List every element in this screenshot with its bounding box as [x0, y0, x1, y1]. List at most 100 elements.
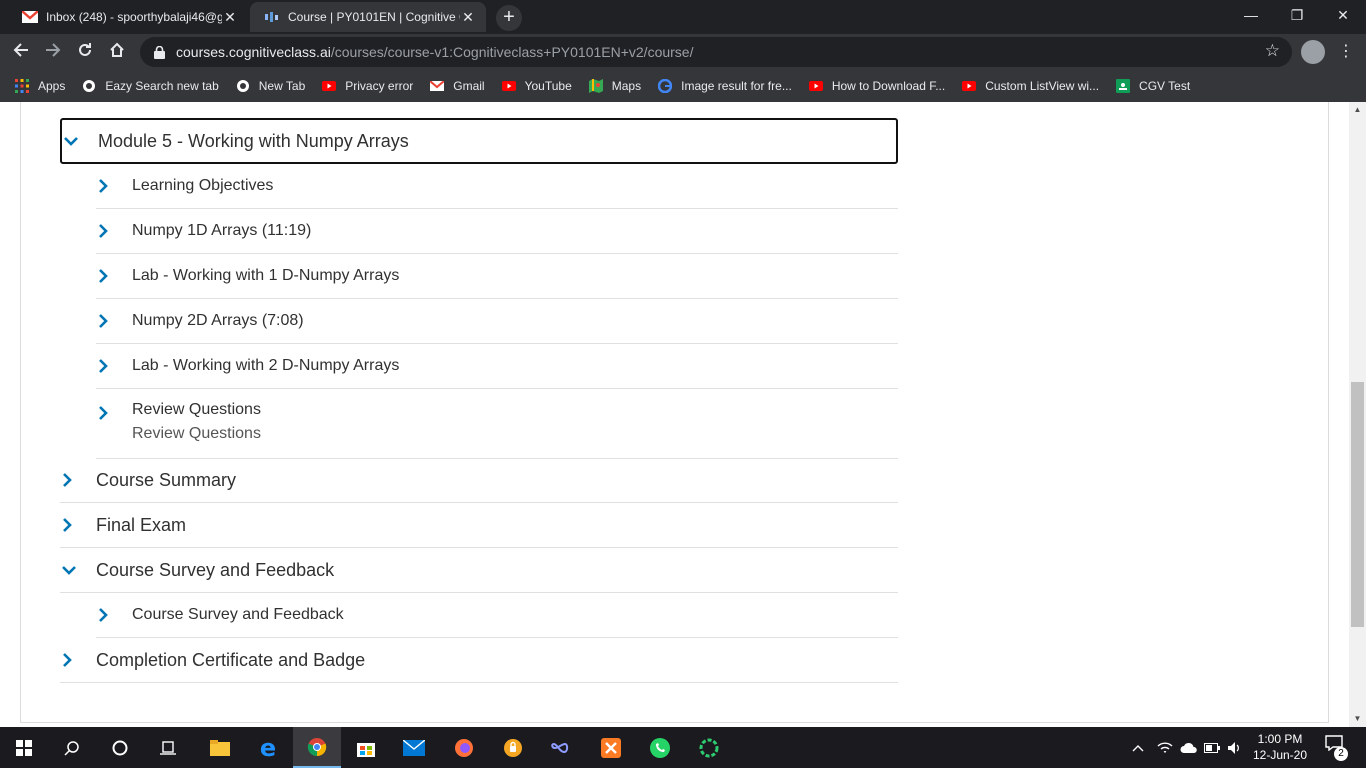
- maximize-button[interactable]: ❐: [1274, 0, 1320, 30]
- subsection-sublabel: Review Questions: [132, 425, 261, 442]
- chevron-right-icon: [60, 650, 96, 670]
- bookmark-eazy-search[interactable]: Eazy Search new tab: [81, 78, 219, 94]
- minimize-button[interactable]: —: [1228, 0, 1274, 30]
- bookmark-label: Custom ListView wi...: [985, 79, 1100, 93]
- wifi-icon[interactable]: [1157, 727, 1173, 768]
- tab-title: Course | PY0101EN | Cognitive Cl: [288, 10, 460, 24]
- cognitiveclass-icon: [264, 9, 280, 25]
- bookmark-privacy-error[interactable]: Privacy error: [321, 78, 413, 94]
- browser-menu-icon[interactable]: ⋮: [1338, 39, 1354, 65]
- browser-tab-strip: Inbox (248) - spoorthybalaji46@g ✕ Cours…: [0, 0, 1366, 34]
- youtube-icon: [321, 78, 337, 94]
- windows-start-icon[interactable]: [0, 727, 48, 768]
- bookmark-apps[interactable]: Apps: [14, 78, 65, 94]
- subsection-lab-2d-numpy[interactable]: Lab - Working with 2 D-Numpy Arrays: [96, 344, 898, 389]
- bookmark-custom-listview[interactable]: Custom ListView wi...: [961, 78, 1099, 94]
- gmail-icon: [22, 9, 38, 25]
- search-globe-icon: [81, 78, 97, 94]
- section-module-5[interactable]: Module 5 - Working with Numpy Arrays: [60, 118, 898, 164]
- subsection-numpy-1d-arrays[interactable]: Numpy 1D Arrays (11:19): [96, 209, 898, 254]
- brave-vpn-icon[interactable]: [489, 727, 537, 768]
- gmail-icon: [429, 78, 445, 94]
- back-arrow-icon[interactable]: [8, 39, 34, 65]
- lock-icon[interactable]: [152, 45, 166, 59]
- bookmark-label: New Tab: [258, 79, 306, 93]
- bookmark-label: Privacy error: [345, 79, 414, 93]
- cortana-icon[interactable]: [96, 727, 144, 768]
- subsection-course-survey-feedback[interactable]: Course Survey and Feedback: [96, 593, 898, 638]
- whatsapp-icon[interactable]: [636, 727, 684, 768]
- home-icon[interactable]: [104, 39, 130, 65]
- edge-icon[interactable]: e: [244, 727, 292, 768]
- bookmark-label: Apps: [38, 79, 66, 93]
- xampp-icon[interactable]: [587, 727, 635, 768]
- action-center-icon[interactable]: 2: [1320, 735, 1348, 761]
- bookmark-label: YouTube: [524, 79, 572, 93]
- loading-app-icon[interactable]: [685, 727, 733, 768]
- section-course-survey[interactable]: Course Survey and Feedback: [60, 548, 898, 593]
- section-label: Completion Certificate and Badge: [96, 649, 366, 670]
- subsection-numpy-2d-arrays[interactable]: Numpy 2D Arrays (7:08): [96, 299, 898, 344]
- close-tab-icon[interactable]: ✕: [460, 9, 476, 26]
- tab-gmail-inbox[interactable]: Inbox (248) - spoorthybalaji46@g ✕: [8, 2, 248, 32]
- chevron-right-icon: [96, 311, 132, 331]
- bookmark-label: Maps: [611, 79, 642, 93]
- bookmark-image-result[interactable]: Image result for fre...: [657, 78, 792, 94]
- bookmark-how-to-download[interactable]: How to Download F...: [808, 78, 945, 94]
- bookmark-maps[interactable]: Maps: [588, 78, 641, 94]
- reload-icon[interactable]: [72, 39, 98, 65]
- profile-avatar[interactable]: [1301, 40, 1325, 64]
- url-path: /courses/course-v1:Cognitiveclass+PY0101…: [330, 44, 694, 60]
- chevron-right-icon: [60, 470, 96, 490]
- search-icon[interactable]: [48, 727, 96, 768]
- task-view-icon[interactable]: [144, 727, 192, 768]
- forward-arrow-icon[interactable]: [40, 39, 66, 65]
- scrollbar-thumb[interactable]: [1351, 382, 1364, 627]
- chevron-right-icon: [96, 605, 132, 625]
- subsection-label: Numpy 1D Arrays (11:19): [132, 222, 312, 239]
- address-bar[interactable]: courses.cognitiveclass.ai/courses/course…: [140, 37, 1292, 67]
- bookmark-youtube[interactable]: YouTube: [501, 78, 572, 94]
- section-course-summary[interactable]: Course Summary: [60, 458, 898, 503]
- subsection-label: Learning Objectives: [132, 177, 274, 194]
- page-scrollbar[interactable]: ▲ ▼: [1349, 102, 1366, 727]
- bookmark-label: CGV Test: [1139, 79, 1191, 93]
- new-tab-button[interactable]: +: [496, 5, 522, 31]
- close-window-button[interactable]: ✕: [1320, 0, 1366, 30]
- subsection-review-questions[interactable]: Review Questions Review Questions: [96, 389, 898, 459]
- taskbar-clock[interactable]: 1:00 PM 12-Jun-20: [1248, 731, 1312, 763]
- bookmark-cgv-test[interactable]: CGV Test: [1115, 78, 1190, 94]
- subsection-label: Lab - Working with 2 D-Numpy Arrays: [132, 357, 400, 374]
- section-completion-certificate[interactable]: Completion Certificate and Badge: [60, 638, 898, 683]
- section-label: Course Survey and Feedback: [96, 559, 335, 580]
- clock-time: 1:00 PM: [1257, 732, 1303, 746]
- youtube-icon: [808, 78, 824, 94]
- close-tab-icon[interactable]: ✕: [222, 9, 238, 26]
- subsection-lab-1d-numpy[interactable]: Lab - Working with 1 D-Numpy Arrays: [96, 254, 898, 299]
- onedrive-cloud-icon[interactable]: [1180, 727, 1198, 768]
- battery-icon[interactable]: [1204, 727, 1220, 768]
- firefox-icon[interactable]: [440, 727, 488, 768]
- subsection-learning-objectives[interactable]: Learning Objectives: [96, 164, 898, 209]
- subsection-label: Review Questions: [132, 401, 261, 418]
- section-final-exam[interactable]: Final Exam: [60, 503, 898, 548]
- tab-title: Inbox (248) - spoorthybalaji46@g: [46, 10, 222, 24]
- tab-cognitive-class-course[interactable]: Course | PY0101EN | Cognitive Cl ✕: [250, 2, 486, 32]
- subsection-label: Course Survey and Feedback: [132, 606, 344, 623]
- bookmark-star-icon[interactable]: ☆: [1265, 41, 1280, 61]
- windows-taskbar: e 1:00 PM 12-Jun-20 2: [0, 727, 1366, 768]
- youtube-icon: [501, 78, 517, 94]
- scroll-down-arrow-icon[interactable]: ▼: [1349, 711, 1366, 727]
- chrome-icon[interactable]: [293, 727, 341, 768]
- scroll-up-arrow-icon[interactable]: ▲: [1349, 102, 1366, 118]
- volume-icon[interactable]: [1227, 727, 1243, 768]
- show-hidden-icons-icon[interactable]: [1132, 727, 1144, 768]
- page-viewport: Module 5 - Working with Numpy Arrays Lea…: [0, 102, 1366, 727]
- chevron-right-icon: [96, 403, 132, 423]
- bookmark-gmail[interactable]: Gmail: [429, 78, 485, 94]
- infinity-app-icon[interactable]: [537, 727, 585, 768]
- microsoft-store-icon[interactable]: [342, 727, 390, 768]
- file-explorer-icon[interactable]: [196, 727, 244, 768]
- bookmark-new-tab[interactable]: New Tab: [235, 78, 305, 94]
- mail-icon[interactable]: [390, 727, 438, 768]
